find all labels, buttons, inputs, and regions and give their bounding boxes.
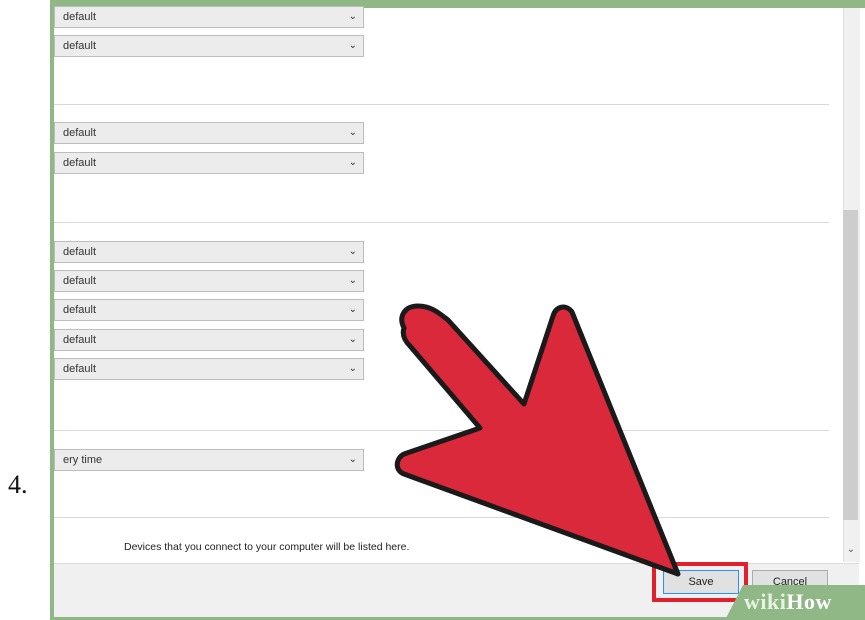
dropdown-4[interactable]: default ⌄ — [54, 152, 364, 174]
logo-part-2: How — [786, 589, 832, 614]
dropdown-2[interactable]: default ⌄ — [54, 35, 364, 57]
dropdown-9[interactable]: default ⌄ — [54, 358, 364, 380]
dropdown-6-value: default — [63, 275, 97, 287]
section-divider — [54, 430, 829, 431]
chevron-down-icon: ⌄ — [348, 304, 357, 315]
dropdown-3[interactable]: default ⌄ — [54, 122, 364, 144]
chevron-down-icon: ⌄ — [348, 275, 357, 286]
dropdown-1-value: default — [63, 11, 97, 23]
chevron-down-icon: ⌄ — [348, 334, 357, 345]
dropdown-6[interactable]: default ⌄ — [54, 270, 364, 292]
dropdown-7-value: default — [63, 304, 97, 316]
scroll-down-arrow-icon[interactable]: ⌄ — [843, 540, 859, 560]
dropdown-7[interactable]: default ⌄ — [54, 299, 364, 321]
logo-part-1: wiki — [744, 589, 787, 614]
chevron-down-icon: ⌄ — [348, 11, 357, 22]
dropdown-8-value: default — [63, 334, 97, 346]
wikihow-logo: wikiHow — [744, 589, 832, 615]
dropdown-9-value: default — [63, 363, 97, 375]
dropdown-10-value: ery time — [63, 454, 103, 466]
save-button-highlight — [652, 562, 748, 602]
dropdown-3-value: default — [63, 127, 97, 139]
chevron-down-icon: ⌄ — [348, 40, 357, 51]
scrollbar-thumb[interactable] — [843, 210, 858, 520]
chevron-down-icon: ⌄ — [348, 157, 357, 168]
chevron-down-icon: ⌄ — [348, 127, 357, 138]
section-divider — [54, 222, 829, 223]
chevron-down-icon: ⌄ — [348, 363, 357, 374]
dropdown-8[interactable]: default ⌄ — [54, 329, 364, 351]
dropdown-4-value: default — [63, 157, 97, 169]
chevron-down-icon: ⌄ — [348, 246, 357, 257]
section-divider — [54, 517, 829, 518]
chevron-down-icon: ⌄ — [348, 454, 357, 465]
dropdown-10[interactable]: ery time ⌄ — [54, 449, 364, 471]
dropdown-1[interactable]: default ⌄ — [54, 6, 364, 28]
dropdown-5[interactable]: default ⌄ — [54, 241, 364, 263]
section-divider — [54, 104, 829, 105]
devices-empty-message: Devices that you connect to your compute… — [124, 541, 410, 553]
step-number: 4. — [8, 470, 28, 499]
dropdown-2-value: default — [63, 40, 97, 52]
dropdown-5-value: default — [63, 246, 97, 258]
